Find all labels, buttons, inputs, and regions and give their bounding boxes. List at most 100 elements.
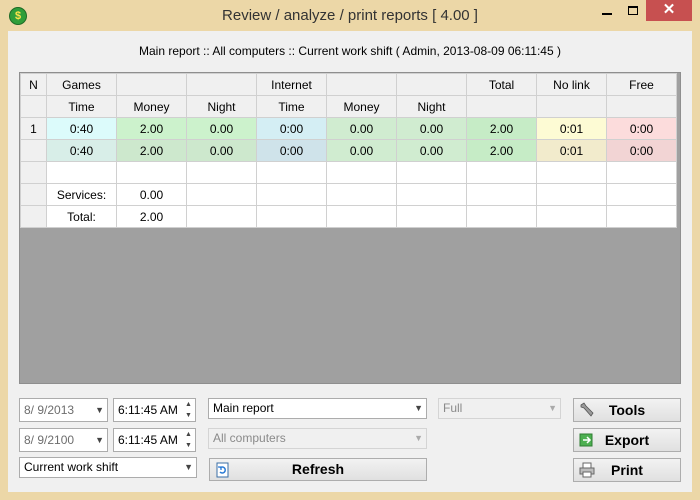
cell-free[interactable]: 0:00 [606,117,677,140]
date-to-picker[interactable]: 8/ 9/2100 ▼ [19,428,108,452]
time-from-spinner[interactable]: ▲ ▼ [182,399,195,421]
header-blank [396,73,467,96]
row-number: 1 [20,117,47,140]
empty-cell[interactable] [256,161,327,184]
header-blank [186,73,257,96]
cell-games-money[interactable]: 2.00 [116,139,187,162]
chevron-down-icon[interactable]: ▼ [184,458,193,477]
chevron-down-icon: ▼ [548,403,557,413]
empty-cell[interactable] [536,205,607,228]
cell-internet-time[interactable]: 0:00 [256,139,327,162]
total-row[interactable]: Total: 2.00 [20,205,677,228]
table-row[interactable]: 1 0:40 2.00 0.00 0:00 0.00 0.00 2.00 0:0… [20,117,677,140]
time-from-value: 6:11:45 AM [118,403,178,417]
row-number [20,183,47,206]
table-row[interactable]: 0:40 2.00 0.00 0:00 0.00 0.00 2.00 0:01 … [20,139,677,162]
cell-internet-time[interactable]: 0:00 [256,117,327,140]
header-internet: Internet [256,73,327,96]
chevron-down-icon[interactable]: ▼ [95,399,104,421]
services-value[interactable]: 0.00 [116,183,187,206]
cell-games-time[interactable]: 0:40 [46,139,117,162]
empty-cell[interactable] [186,205,257,228]
computers-select[interactable]: All computers ▼ [208,428,427,449]
report-header: Main report :: All computers :: Current … [139,44,561,58]
export-button[interactable]: Export [573,428,681,452]
detail-level-select[interactable]: Full ▼ [438,398,561,419]
total-value[interactable]: 2.00 [116,205,187,228]
empty-cell[interactable] [326,161,397,184]
spin-down-icon[interactable]: ▼ [182,440,195,451]
empty-cell[interactable] [396,205,467,228]
empty-cell[interactable] [466,161,537,184]
time-to-picker[interactable]: 6:11:45 AM ▲ ▼ [113,428,196,452]
refresh-icon [216,462,229,478]
empty-cell[interactable] [396,183,467,206]
header-games: Games [46,73,117,96]
empty-cell[interactable] [396,161,467,184]
minimize-button[interactable] [594,0,620,21]
cell-games-night[interactable]: 0.00 [186,139,257,162]
services-label: Services: [46,183,117,206]
empty-cell[interactable] [536,161,607,184]
refresh-button[interactable]: Refresh [209,458,427,481]
maximize-button[interactable] [620,0,646,21]
empty-cell[interactable] [186,161,257,184]
empty-cell[interactable] [606,205,677,228]
maximize-icon [628,6,638,15]
time-to-spinner[interactable]: ▲ ▼ [182,429,195,451]
spin-up-icon[interactable]: ▲ [182,429,195,440]
empty-cell[interactable] [256,183,327,206]
detail-level-value: Full [443,401,463,415]
empty-cell[interactable] [186,183,257,206]
cell-no-link[interactable]: 0:01 [536,117,607,140]
cell-games-night[interactable]: 0.00 [186,117,257,140]
client-area: Main report :: All computers :: Current … [8,31,692,492]
chevron-down-icon: ▼ [414,433,423,443]
cell-total[interactable]: 2.00 [466,139,537,162]
date-from-picker[interactable]: 8/ 9/2013 ▼ [19,398,108,422]
empty-cell[interactable] [606,161,677,184]
cell-internet-night[interactable]: 0.00 [396,139,467,162]
chevron-down-icon[interactable]: ▼ [95,429,104,451]
services-row[interactable]: Services: 0.00 [20,183,677,206]
report-type-select[interactable]: Main report ▼ [208,398,427,419]
cell-free[interactable]: 0:00 [606,139,677,162]
cell-games-money[interactable]: 2.00 [116,117,187,140]
spin-down-icon[interactable]: ▼ [182,410,195,421]
empty-cell[interactable] [326,205,397,228]
print-label: Print [611,462,643,478]
empty-cell[interactable] [466,183,537,206]
title-bar[interactable]: $ Review / analyze / print reports [ 4.0… [0,0,700,31]
empty-cell[interactable] [116,161,187,184]
report-table: N Games Internet Total No link Free Time… [20,73,677,228]
time-from-picker[interactable]: 6:11:45 AM ▲ ▼ [113,398,196,422]
report-grid[interactable]: N Games Internet Total No link Free Time… [19,72,681,384]
header-no-link: No link [536,73,607,96]
shift-select-value: Current work shift [24,460,119,474]
header-games-time: Time [46,95,117,118]
empty-cell[interactable] [606,183,677,206]
header-n: N [20,73,47,96]
close-button[interactable]: ✕ [646,0,692,21]
printer-icon [579,462,595,478]
empty-cell[interactable] [536,183,607,206]
tools-button[interactable]: Tools [573,398,681,422]
cell-internet-night[interactable]: 0.00 [396,117,467,140]
total-label: Total: [46,205,117,228]
cell-internet-money[interactable]: 0.00 [326,117,397,140]
cell-total[interactable]: 2.00 [466,117,537,140]
table-row-empty[interactable] [20,161,677,184]
empty-cell[interactable] [46,161,117,184]
print-button[interactable]: Print [573,458,681,482]
empty-cell[interactable] [326,183,397,206]
app-window: $ Review / analyze / print reports [ 4.0… [0,0,700,500]
cell-games-time[interactable]: 0:40 [46,117,117,140]
empty-cell[interactable] [466,205,537,228]
cell-no-link[interactable]: 0:01 [536,139,607,162]
header-blank [606,95,677,118]
chevron-down-icon[interactable]: ▼ [414,399,423,418]
spin-up-icon[interactable]: ▲ [182,399,195,410]
empty-cell[interactable] [256,205,327,228]
cell-internet-money[interactable]: 0.00 [326,139,397,162]
shift-select[interactable]: Current work shift ▼ [19,457,197,478]
